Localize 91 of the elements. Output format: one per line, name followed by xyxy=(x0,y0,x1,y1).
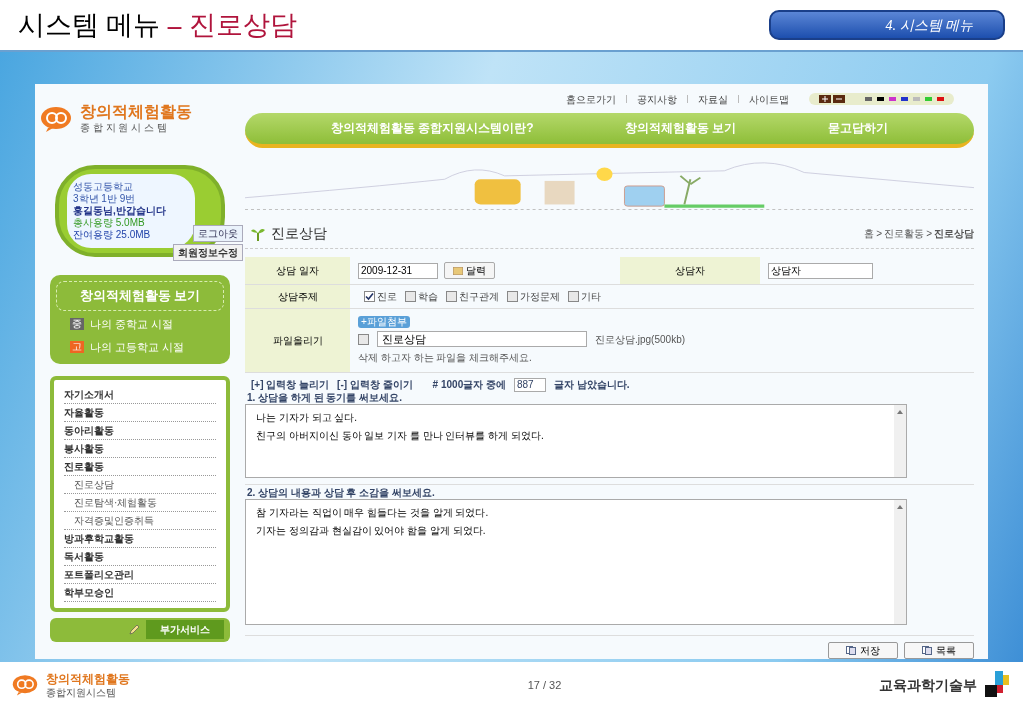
checkbox[interactable] xyxy=(507,291,518,302)
title-separator: – xyxy=(167,8,182,42)
ministry-emblem-icon xyxy=(983,671,1011,699)
form-button[interactable]: 저장 xyxy=(828,642,898,659)
checkbox[interactable] xyxy=(358,333,369,345)
top-link[interactable]: 공지사항 xyxy=(637,91,677,107)
side-menu-item[interactable]: 자기소개서 xyxy=(64,385,216,404)
checkbox[interactable] xyxy=(568,291,579,302)
calendar-button[interactable]: 달력 xyxy=(444,262,495,279)
top-link[interactable]: 자료실 xyxy=(698,91,728,107)
side-menu-item[interactable]: 포트폴리오관리 xyxy=(64,565,216,584)
school-badge: 고 xyxy=(70,341,84,354)
top-link[interactable]: 홈으로가기 xyxy=(566,91,616,107)
slide-title: 시스템 메뉴 xyxy=(18,8,160,42)
document-icon xyxy=(922,646,932,655)
logout-button[interactable]: 로그아웃 xyxy=(193,225,243,242)
breadcrumb-separator: > xyxy=(926,227,932,241)
form-button[interactable]: 목록 xyxy=(904,642,974,659)
school-badge: 중 xyxy=(70,317,84,330)
topic-label: 학습 xyxy=(418,290,438,304)
logo-title: 창의적체험활동 xyxy=(46,672,130,685)
topic-label: 가정문제 xyxy=(520,290,560,304)
counter-prefix: # 1000글자 중에 xyxy=(432,378,506,392)
answer-box[interactable]: 나는 기자가 되고 싶다. 친구의 아버지이신 동아 일보 기자 를 만나 인터뷰를 하게 되었다. xyxy=(245,404,907,478)
page-title: 진로상담 xyxy=(271,224,327,243)
side-menu-header: 창의적체험활동 보기 xyxy=(56,281,224,311)
file-info: 진로상담.jpg(500kb) xyxy=(595,332,686,347)
logo-title: 창의적체험활동 xyxy=(80,104,192,120)
breadcrumb-link[interactable]: 홈 xyxy=(864,226,875,241)
side-menu-item[interactable]: 봉사활동 xyxy=(64,439,216,458)
top-link[interactable]: 사이트맵 xyxy=(749,91,789,107)
checkbox[interactable] xyxy=(364,291,375,302)
school-name: 성동고등학교 xyxy=(73,181,134,193)
topic-label: 친구관계 xyxy=(459,290,499,304)
topic-label: 진로 xyxy=(377,290,397,304)
slide-subtitle: 진로상담 xyxy=(189,8,298,42)
document-icon xyxy=(846,646,856,655)
breadcrumb-link[interactable]: 진로상담 xyxy=(934,226,974,241)
calendar-icon xyxy=(453,266,463,275)
counter-suffix: 글자 남았습니다. xyxy=(554,378,630,392)
side-menu-item[interactable]: 동아리활동 xyxy=(64,421,216,440)
side-menu-item[interactable]: 학부모승인 xyxy=(64,583,216,602)
form-label: 상담 일자 xyxy=(245,257,350,284)
color-swatch[interactable] xyxy=(913,97,920,102)
color-swatch[interactable] xyxy=(877,97,884,102)
total-usage: 총사용량 5.0MB xyxy=(73,217,146,229)
side-submenu-item[interactable]: 자격증및인증취득 xyxy=(64,511,216,530)
counselor-field[interactable]: 상담자 xyxy=(768,262,873,279)
form-label: 상담자 xyxy=(620,257,760,284)
shrink-input-link[interactable]: [-] 입력창 줄이기 xyxy=(337,377,413,392)
checkbox[interactable] xyxy=(405,291,416,302)
breadcrumb-link[interactable]: 진로활동 xyxy=(884,226,925,241)
date-field[interactable]: 2009-12-31 xyxy=(358,262,438,279)
side-submenu-item[interactable]: 진로상담 xyxy=(64,475,216,494)
breadcrumb-separator: > xyxy=(876,227,883,241)
side-menu-item[interactable]: 독서활동 xyxy=(64,547,216,566)
answer-box[interactable]: 참 기자라는 직업이 매우 힘들다는 것을 알게 되었다. 기자는 정의감과 현실감이 있어야 함을 알게 되었다. xyxy=(245,499,907,625)
color-swatch[interactable] xyxy=(889,97,896,102)
remaining-capacity: 잔여용량 25.0MB xyxy=(73,229,152,241)
scrollbar-drawing xyxy=(894,405,906,477)
logo-subtitle: 종 합 지 원 시 스 템 xyxy=(80,123,168,133)
question-label: 2. 상담의 내용과 상담 후 소감을 써보세요. xyxy=(246,487,436,499)
logo-icon xyxy=(12,674,38,696)
logo-icon xyxy=(40,105,72,132)
file-name-field[interactable]: 진로상담 xyxy=(377,331,587,347)
side-menu-item[interactable]: 자율활동 xyxy=(64,403,216,422)
color-swatch[interactable] xyxy=(901,97,908,102)
question-label: 1. 상담을 하게 된 동기를 써보세요. xyxy=(246,392,403,404)
sprout-icon xyxy=(251,226,265,241)
logo-subtitle: 종합지원시스템 xyxy=(46,687,117,698)
topic-label: 기타 xyxy=(581,290,601,304)
color-swatch[interactable] xyxy=(925,97,932,102)
expand-input-link[interactable]: [+] 입력창 늘리기 xyxy=(251,377,330,392)
section-badge: 4. 시스템 메뉴 xyxy=(769,10,1005,40)
form-label: 상담주제 xyxy=(245,285,350,308)
form-label: 파일올리기 xyxy=(245,309,350,372)
zoom-buttons-icon[interactable] xyxy=(819,95,845,104)
side-menu-item[interactable]: 진로활동 xyxy=(64,457,216,476)
checkbox[interactable] xyxy=(446,291,457,302)
class-info: 3학년 1반 9번 xyxy=(73,193,137,205)
greeting: 홍길동님,반갑습니다 xyxy=(73,205,167,217)
side-submenu-item[interactable]: 진로탐색·체험활동 xyxy=(64,493,216,512)
side-menu-item[interactable]: 방과후학교활동 xyxy=(64,529,216,548)
edit-profile-button[interactable]: 회원정보수정 xyxy=(173,244,243,261)
page-number: 17 / 32 xyxy=(527,677,562,693)
pencil-icon xyxy=(128,623,140,636)
counter-field[interactable]: 887 xyxy=(514,377,546,392)
color-swatch[interactable] xyxy=(865,97,872,102)
color-swatch[interactable] xyxy=(937,97,944,102)
ministry-name: 교육과학기술부 xyxy=(879,675,977,695)
file-hint: 삭제 하고자 하는 파일을 체크해주세요. xyxy=(358,351,533,365)
